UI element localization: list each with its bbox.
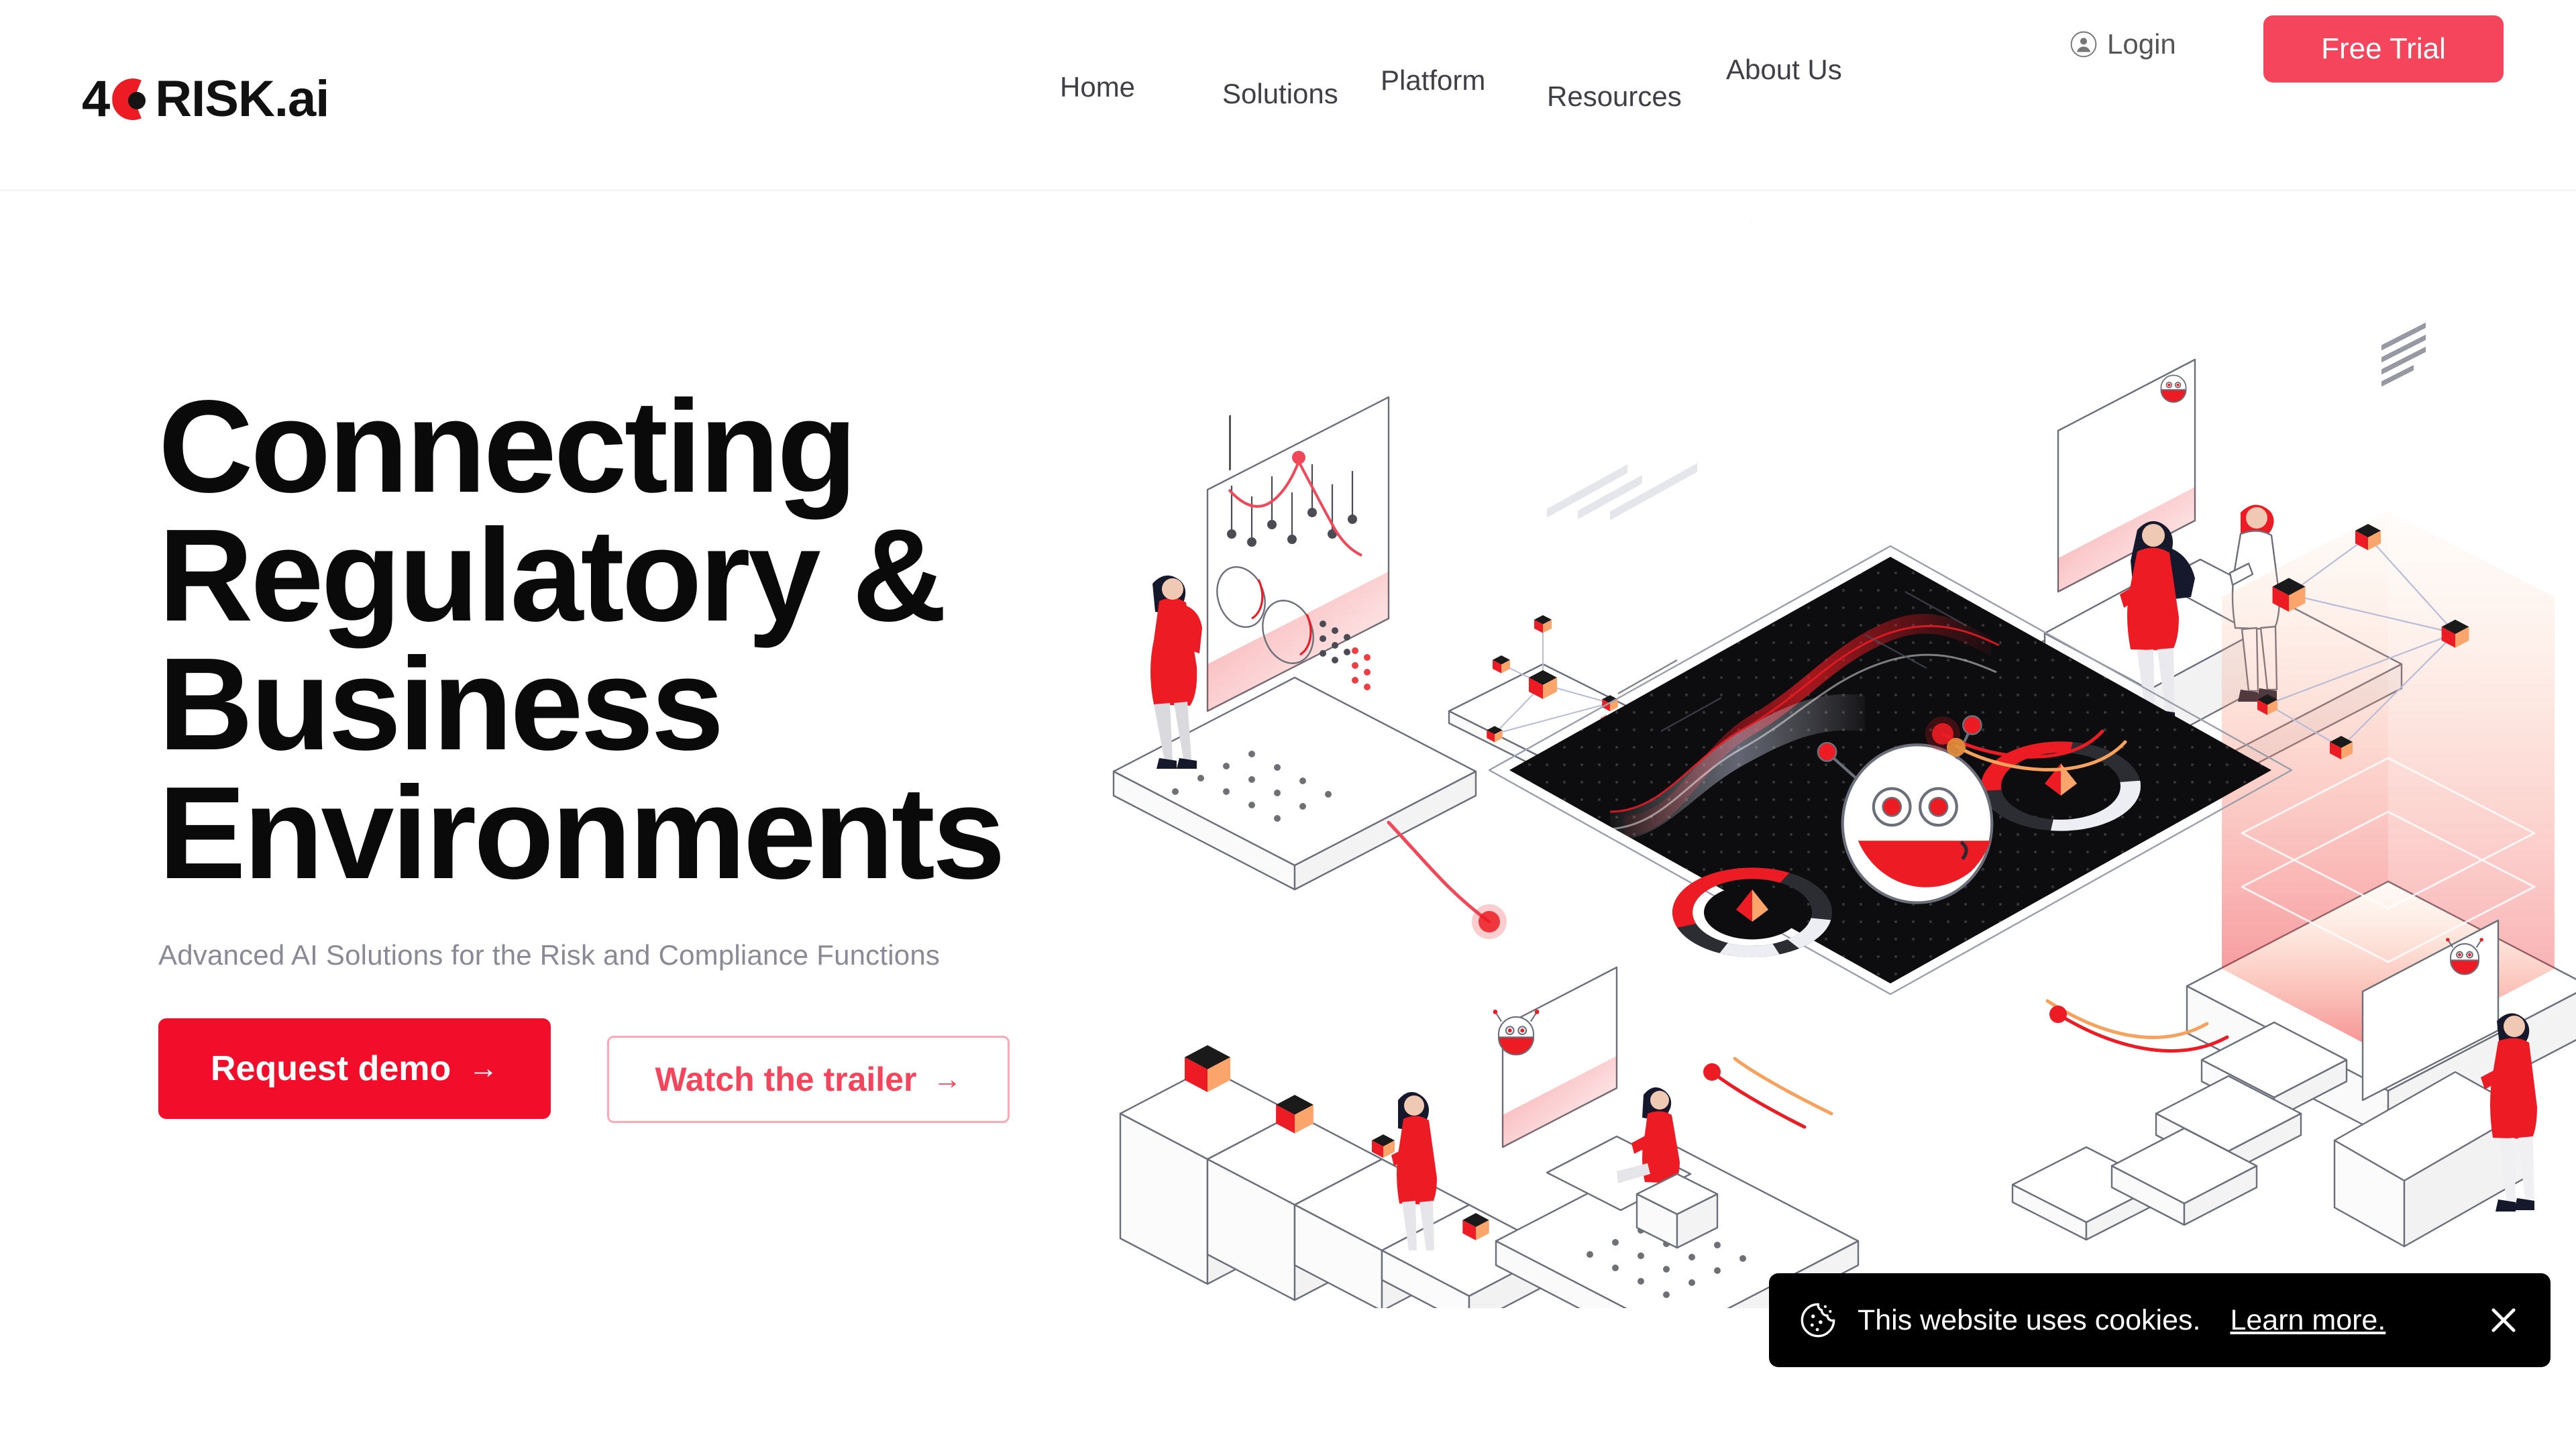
left-analytics-platform <box>1112 396 1477 891</box>
hero-text-block: Connecting Regulatory & Business Environ… <box>158 373 1111 1124</box>
free-trial-button[interactable]: Free Trial <box>2263 15 2504 83</box>
nav-item-about-us[interactable]: About Us <box>1726 54 1842 86</box>
request-demo-label: Request demo <box>210 1049 451 1089</box>
page-title: Connecting Regulatory & Business Environ… <box>158 373 1111 907</box>
logo-text-left: 4 <box>82 70 110 127</box>
request-demo-button[interactable]: Request demo → <box>158 1018 551 1120</box>
hero-subheadline: Advanced AI Solutions for the Risk and C… <box>158 939 941 971</box>
close-icon <box>2491 1308 2516 1332</box>
cookie-close-button[interactable] <box>2486 1303 2521 1338</box>
cookie-message: This website uses cookies. <box>1858 1303 2201 1336</box>
site-header: 4 RISK.ai Home Solutions Platform Resour… <box>0 0 2576 191</box>
nav-item-resources[interactable]: Resources <box>1547 80 1682 113</box>
headline-line-2: Regulatory & <box>158 502 947 649</box>
cookie-learn-more-link[interactable]: Learn more. <box>2230 1304 2385 1337</box>
hero-cta-group: Request demo → Watch the trailer → <box>158 1018 1111 1124</box>
headline-line-4: Environments <box>158 759 1006 907</box>
cookie-banner: This website uses cookies. Learn more. <box>1769 1273 2551 1367</box>
nav-item-home[interactable]: Home <box>1060 71 1135 103</box>
headline-line-1: Connecting <box>158 373 857 520</box>
hero-page: 4 RISK.ai Home Solutions Platform Resour… <box>0 0 2576 1449</box>
staircase-blocks <box>1119 1045 1558 1308</box>
login-label: Login <box>2107 28 2176 60</box>
primary-nav: Home Solutions Platform Resources About … <box>1046 0 2019 191</box>
logo-c-mark-icon <box>112 78 154 120</box>
watch-trailer-label: Watch the trailer <box>655 1061 917 1099</box>
watch-trailer-button[interactable]: Watch the trailer → <box>607 1036 1010 1124</box>
hero-illustration <box>1073 221 2576 1308</box>
logo-text-right: RISK.ai <box>155 70 329 127</box>
headline-line-3: Business <box>158 631 724 778</box>
user-circle-icon <box>2070 31 2097 58</box>
arrow-right-icon: → <box>932 1063 962 1095</box>
login-link[interactable]: Login <box>2070 28 2176 60</box>
arrow-right-icon: → <box>468 1051 498 1085</box>
isometric-illustration-svg <box>1112 221 2576 1308</box>
nav-item-solutions[interactable]: Solutions <box>1222 78 1338 110</box>
logo[interactable]: 4 RISK.ai <box>82 74 329 125</box>
nav-item-platform[interactable]: Platform <box>1381 64 1485 97</box>
cookie-icon <box>1801 1303 1835 1338</box>
